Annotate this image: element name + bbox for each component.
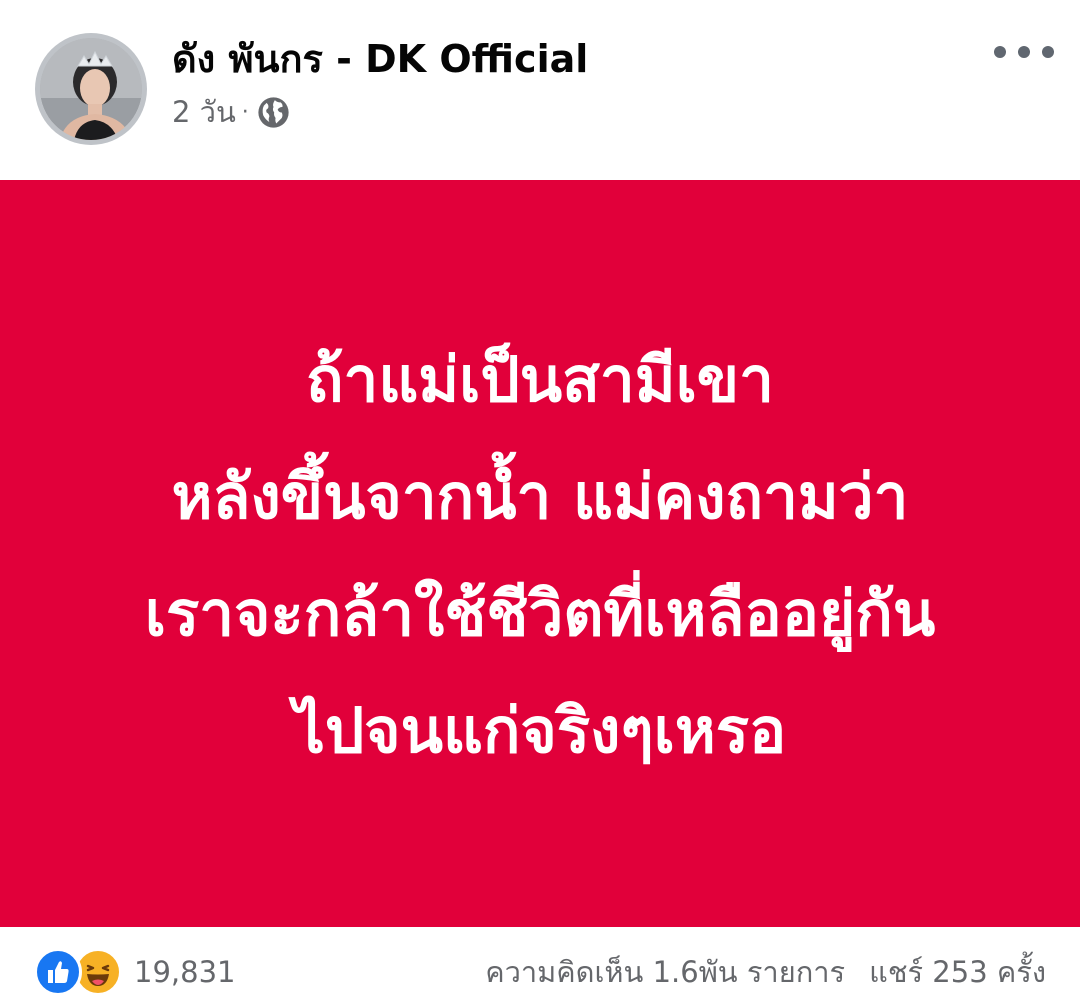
engagement-summary: ความคิดเห็น 1.6พัน รายการ แชร์ 253 ครั้ง <box>485 947 1046 997</box>
author-avatar[interactable] <box>35 33 147 145</box>
like-icon <box>34 948 82 996</box>
meta-separator: · <box>241 99 249 125</box>
card-line-3: เราจะกล้าใช้ชีวิตที่เหลืออยู่กัน <box>144 576 936 650</box>
card-text: ถ้าแม่เป็นสามีเขา หลังขึ้นจากน้ำ แม่คงถา… <box>145 321 935 789</box>
post-footer: 19,831 ความคิดเห็น 1.6พัน รายการ แชร์ 25… <box>0 927 1080 1003</box>
avatar-image <box>40 38 142 140</box>
post-meta: 2 วัน · <box>172 92 290 132</box>
reactions-summary[interactable]: 19,831 <box>34 947 235 997</box>
more-dot <box>1018 46 1030 58</box>
reaction-count: 19,831 <box>134 955 236 989</box>
globe-icon[interactable] <box>257 96 290 129</box>
card-line-4: ไปจนแก่จริงๆเหรอ <box>293 693 787 767</box>
author-name[interactable]: ดัง พันกร - DK Official <box>172 28 588 89</box>
post-timestamp[interactable]: 2 วัน <box>172 89 236 135</box>
more-options-button[interactable] <box>994 32 1054 72</box>
more-dot <box>1042 46 1054 58</box>
card-line-1: ถ้าแม่เป็นสามีเขา <box>305 342 774 416</box>
facebook-post: ดัง พันกร - DK Official 2 วัน · ถ้าแม่เป… <box>0 0 1080 1003</box>
more-dot <box>994 46 1006 58</box>
shares-count[interactable]: แชร์ 253 ครั้ง <box>869 949 1046 995</box>
post-text-card[interactable]: ถ้าแม่เป็นสามีเขา หลังขึ้นจากน้ำ แม่คงถา… <box>0 180 1080 927</box>
post-header: ดัง พันกร - DK Official 2 วัน · <box>0 0 1080 180</box>
comments-count[interactable]: ความคิดเห็น 1.6พัน รายการ <box>485 949 845 995</box>
card-line-2: หลังขึ้นจากน้ำ แม่คงถามว่า <box>171 459 909 533</box>
